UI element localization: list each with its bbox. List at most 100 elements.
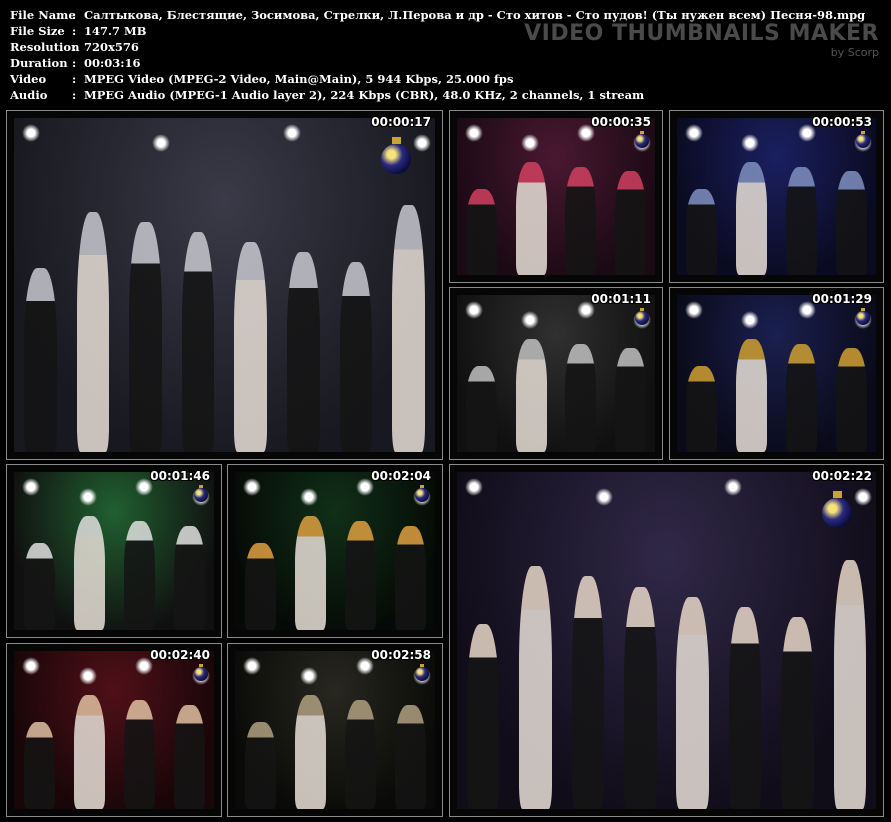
ornament-logo-icon [415, 484, 429, 502]
performer-silhouette [466, 365, 498, 452]
performer-silhouette [294, 516, 326, 630]
thumbnail-5[interactable]: 00:01:29 [669, 287, 884, 460]
thumbnail-9[interactable]: 00:02:40 [6, 643, 222, 817]
thumbnail-3[interactable]: 00:00:53 [669, 110, 884, 283]
timestamp: 00:01:29 [812, 292, 872, 306]
info-separator: : [72, 8, 77, 22]
info-value: MPEG Audio (MPEG-1 Audio layer 2), 224 K… [84, 88, 645, 102]
thumbnail-1[interactable]: 00:00:17 [6, 110, 443, 460]
performer-silhouette [129, 221, 162, 452]
info-separator: : [72, 88, 77, 102]
timestamp: 00:02:04 [371, 469, 431, 483]
info-row-video: Video : MPEG Video (MPEG-2 Video, Main@M… [10, 71, 865, 87]
info-separator: : [72, 72, 77, 86]
performer-silhouette [173, 525, 205, 630]
ornament-logo-icon [381, 137, 411, 174]
timestamp: 00:00:17 [371, 115, 431, 129]
stage-light [22, 657, 40, 675]
info-key: Duration [10, 56, 68, 70]
stage-light [299, 667, 318, 685]
thumbnail-7[interactable]: 00:02:04 [227, 464, 443, 638]
performer-silhouette [736, 161, 768, 275]
info-value: 720x576 [84, 40, 139, 54]
video-frame [677, 295, 876, 452]
performer-silhouette [234, 241, 268, 452]
info-key: Audio [10, 88, 48, 102]
stage-light [243, 657, 261, 675]
timestamp: 00:01:46 [150, 469, 210, 483]
performer-silhouette [785, 343, 817, 452]
stage-light [299, 488, 318, 506]
ornament-logo-icon [194, 484, 208, 502]
performer-silhouette [781, 616, 814, 809]
performer-silhouette [344, 699, 376, 809]
performer-silhouette [614, 348, 646, 452]
performer-silhouette [339, 261, 373, 452]
thumbnail-10[interactable]: 00:02:58 [227, 643, 443, 817]
thumbnail-4[interactable]: 00:01:11 [449, 287, 663, 460]
performer-silhouette [676, 596, 709, 809]
performer-silhouette [392, 204, 425, 452]
performer-silhouette [344, 520, 376, 630]
thumbnail-2[interactable]: 00:00:35 [449, 110, 663, 283]
info-value: 147.7 MB [84, 24, 147, 38]
video-frame [14, 651, 214, 809]
video-frame [457, 472, 876, 809]
info-row-audio: Audio : MPEG Audio (MPEG-1 Audio layer 2… [10, 87, 865, 103]
performer-silhouette [728, 606, 762, 809]
thumbnail-6[interactable]: 00:01:46 [6, 464, 222, 638]
video-frame [457, 295, 655, 452]
timestamp: 00:02:22 [812, 469, 872, 483]
stage-light [465, 124, 483, 142]
info-value: 00:03:16 [84, 56, 141, 70]
stage-light [78, 667, 97, 685]
stage-light [685, 124, 703, 142]
timestamp: 00:02:40 [150, 648, 210, 662]
performer-silhouette [736, 338, 768, 452]
thumbnail-8[interactable]: 00:02:22 [449, 464, 884, 817]
brand-title: VIDEO THUMBNAILS MAKER [524, 21, 879, 46]
stage-light [521, 311, 539, 329]
stage-light [521, 134, 539, 152]
performer-silhouette [244, 543, 276, 630]
performer-silhouette [23, 722, 55, 809]
timestamp: 00:02:58 [371, 648, 431, 662]
stage-light [854, 488, 872, 506]
video-frame [235, 651, 435, 809]
video-frame [457, 118, 655, 275]
stage-light [413, 134, 431, 152]
info-value: MPEG Video (MPEG-2 Video, Main@Main), 5 … [84, 72, 514, 86]
performer-silhouette [835, 171, 867, 275]
timestamp: 00:00:53 [812, 115, 872, 129]
stage-light [741, 311, 760, 329]
performer-silhouette [394, 525, 426, 630]
stage-light [243, 478, 261, 496]
performer-silhouette [624, 586, 657, 809]
brand-watermark: VIDEO THUMBNAILS MAKER by Scorp [524, 21, 879, 60]
performer-silhouette [123, 699, 155, 809]
performer-silhouette [287, 251, 320, 452]
info-separator: : [72, 40, 77, 54]
info-separator: : [72, 56, 77, 70]
performer-silhouette [181, 231, 215, 452]
stage-light [724, 478, 743, 496]
performer-silhouette [73, 695, 105, 809]
stage-light [78, 488, 97, 506]
performer-silhouette [466, 188, 498, 275]
performer-silhouette [23, 543, 55, 630]
info-key: File Name [10, 8, 76, 22]
ornament-logo-icon [822, 491, 852, 528]
performer-silhouette [76, 211, 110, 452]
performer-silhouette [571, 576, 605, 809]
info-key: File Size [10, 24, 65, 38]
stage-light [22, 478, 40, 496]
info-separator: : [72, 24, 77, 38]
ornament-logo-icon [635, 130, 649, 148]
stage-light [22, 124, 40, 142]
video-frame [14, 472, 214, 630]
timestamp: 00:01:11 [591, 292, 651, 306]
ornament-logo-icon [856, 130, 870, 148]
ornament-logo-icon [194, 663, 208, 681]
stage-light [465, 301, 483, 319]
performer-silhouette [565, 343, 597, 452]
